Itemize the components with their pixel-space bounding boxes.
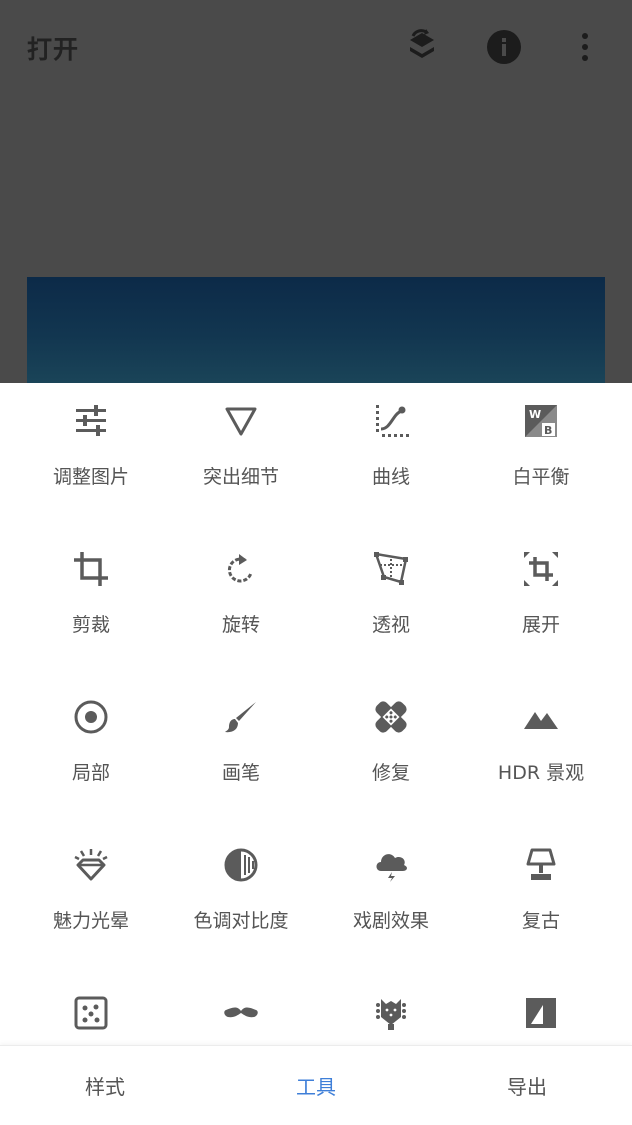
glamour-glow-icon xyxy=(74,849,108,881)
tool-label: 曲线 xyxy=(371,466,410,488)
white-balance-icon: W B xyxy=(525,405,557,437)
tool-label: 透视 xyxy=(371,614,410,636)
perspective-icon xyxy=(374,552,408,585)
tool-label: 画笔 xyxy=(221,762,260,784)
top-app-bar: 打开 xyxy=(0,0,632,96)
mountains-icon xyxy=(524,712,558,729)
tool-label: 突出细节 xyxy=(202,466,279,488)
nav-looks-tab[interactable]: 样式 xyxy=(0,1071,210,1100)
tool-label: 修复 xyxy=(371,762,410,784)
tool-perspective[interactable]: 透视 xyxy=(312,531,470,651)
selective-icon xyxy=(74,700,108,734)
tonal-contrast-icon xyxy=(224,848,258,882)
tool-tune-image[interactable]: 调整图片 xyxy=(12,383,170,503)
svg-text:W: W xyxy=(529,408,541,421)
triangle-down-icon xyxy=(225,407,257,436)
info-icon[interactable] xyxy=(484,27,524,67)
mustache-icon xyxy=(224,1007,258,1018)
drama-cloud-icon xyxy=(376,854,407,882)
tool-crop[interactable]: 剪裁 xyxy=(12,531,170,651)
tool-label: HDR 景观 xyxy=(497,762,585,784)
tool-label: 局部 xyxy=(71,762,110,784)
more-vert-icon[interactable] xyxy=(565,27,605,67)
tool-drama[interactable]: 戏剧效果 xyxy=(312,827,470,947)
lamp-icon xyxy=(526,848,556,880)
tool-rotate[interactable]: 旋转 xyxy=(162,531,320,651)
tool-label: 旋转 xyxy=(221,614,260,636)
tool-curves[interactable]: 曲线 xyxy=(312,383,470,503)
tools-sheet: 调整图片 突出细节 曲线 W B 白平衡 剪裁 旋转 透视 展开 局部 画笔 修… xyxy=(0,383,632,1124)
open-button[interactable]: 打开 xyxy=(27,30,79,66)
tool-label: 展开 xyxy=(521,614,560,636)
tune-icon xyxy=(76,405,106,436)
rotate-icon xyxy=(227,554,253,583)
tool-white-balance[interactable]: W B 白平衡 xyxy=(462,383,620,503)
tool-brush[interactable]: 画笔 xyxy=(162,679,320,799)
tool-label: 复古 xyxy=(521,910,560,932)
grainy-film-icon xyxy=(74,996,108,1030)
tool-glamour-glow[interactable]: 魅力光晕 xyxy=(12,827,170,947)
layers-undo-icon[interactable] xyxy=(402,27,442,67)
tool-label: 剪裁 xyxy=(71,614,110,636)
tool-hdr-scape[interactable]: HDR 景观 xyxy=(462,679,620,799)
tool-vintage[interactable]: 复古 xyxy=(462,827,620,947)
brush-icon xyxy=(225,702,256,733)
tool-details[interactable]: 突出细节 xyxy=(162,383,320,503)
tool-selective[interactable]: 局部 xyxy=(12,679,170,799)
svg-text:B: B xyxy=(544,424,552,437)
tool-expand[interactable]: 展开 xyxy=(462,531,620,651)
nav-tools-tab[interactable]: 工具 xyxy=(211,1071,421,1100)
bottom-navigation: 样式 工具 导出 xyxy=(0,1045,632,1125)
photo-preview xyxy=(27,277,605,383)
tool-label: 白平衡 xyxy=(512,466,570,488)
expand-icon xyxy=(524,552,558,586)
noir-icon xyxy=(526,998,556,1028)
tool-label: 色调对比度 xyxy=(193,910,289,932)
tool-tonal-contrast[interactable]: 色调对比度 xyxy=(162,827,320,947)
tool-label: 魅力光晕 xyxy=(52,910,129,932)
nav-export-tab[interactable]: 导出 xyxy=(422,1071,632,1100)
curves-icon xyxy=(376,405,409,437)
tool-healing[interactable]: 修复 xyxy=(312,679,470,799)
healing-icon xyxy=(375,701,407,733)
crop-icon xyxy=(74,552,108,586)
tool-label: 戏剧效果 xyxy=(352,910,429,932)
guitar-icon xyxy=(376,999,406,1030)
tool-label: 调整图片 xyxy=(52,466,129,488)
